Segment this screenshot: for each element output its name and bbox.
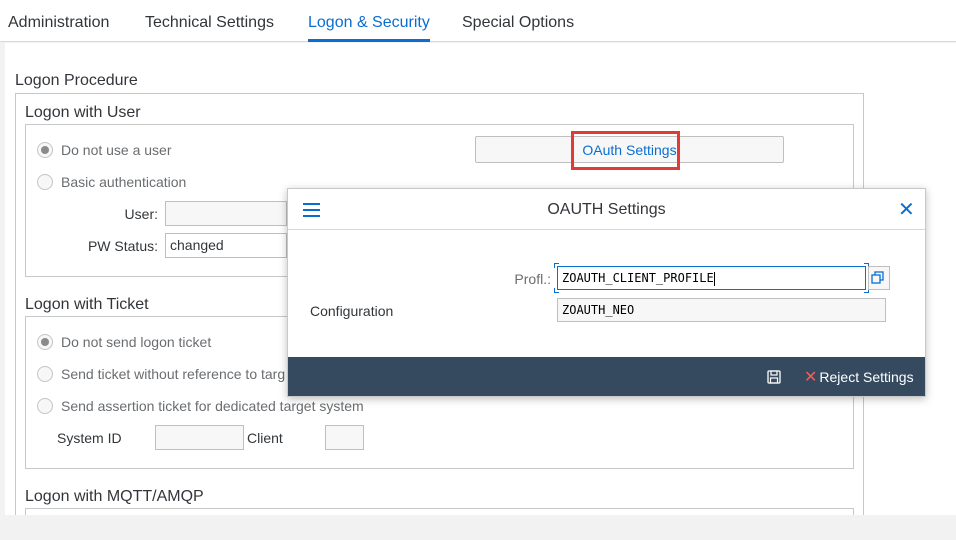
radio-label: Do not send logon ticket [61, 334, 212, 350]
logon-procedure-title: Logon Procedure [15, 72, 138, 89]
radio-selected-icon [37, 142, 53, 159]
radio-send-ticket-without-reference[interactable]: Send ticket without reference to targ [37, 365, 285, 383]
user-field[interactable] [165, 201, 287, 226]
client-field[interactable] [325, 425, 364, 450]
radio-label: Do not use a user [61, 142, 172, 158]
reject-settings-label: Reject Settings [819, 369, 914, 385]
focus-corner-tl [554, 263, 559, 268]
profile-label: Profl.: [514, 271, 551, 287]
pw-status-field: changed [165, 233, 287, 258]
radio-label: Basic authentication [61, 174, 187, 190]
tab-logon-security[interactable]: Logon & Security [308, 0, 430, 42]
user-label: User: [124, 206, 158, 222]
radio-basic-authentication[interactable]: Basic authentication [37, 173, 186, 191]
radio-do-not-use-user[interactable]: Do not use a user [37, 141, 172, 159]
dialog-title: OAUTH Settings [547, 201, 666, 218]
dialog-header: OAUTH Settings ✕ [288, 189, 925, 230]
oauth-settings-button[interactable]: OAuth Settings [475, 136, 784, 163]
tab-bar: Administration Technical Settings Logon … [0, 0, 956, 42]
tab-special-options[interactable]: Special Options [462, 0, 574, 42]
tab-technical-settings[interactable]: Technical Settings [145, 0, 274, 42]
profile-input[interactable]: ZOAUTH_CLIENT_PROFILE [557, 266, 866, 290]
radio-empty-icon [37, 366, 53, 383]
logon-with-user-title: Logon with User [25, 104, 141, 121]
system-id-field[interactable] [155, 425, 244, 450]
radio-label: Send assertion ticket for dedicated targ… [61, 398, 364, 414]
reject-settings-button[interactable]: ✕ Reject Settings [804, 368, 914, 386]
pw-status-label: PW Status: [87, 238, 158, 254]
client-label: Client [247, 430, 283, 446]
tab-administration[interactable]: Administration [8, 0, 109, 42]
radio-send-assertion-ticket[interactable]: Send assertion ticket for dedicated targ… [37, 397, 364, 415]
close-icon[interactable]: ✕ [898, 200, 915, 220]
logon-with-mqtt-group [25, 508, 854, 515]
logon-with-mqtt-title: Logon with MQTT/AMQP [25, 488, 204, 505]
logon-with-ticket-title: Logon with Ticket [25, 296, 149, 313]
radio-selected-icon [37, 334, 53, 351]
configuration-field: ZOAUTH_NEO [557, 298, 886, 322]
value-help-icon[interactable] [868, 266, 890, 290]
focus-corner-bl [554, 288, 559, 293]
oauth-settings-dialog: OAUTH Settings ✕ Profl.: ZOAUTH_CLIENT_P… [287, 188, 926, 397]
reject-icon: ✕ [804, 369, 818, 386]
radio-label: Send ticket without reference to targ [61, 366, 286, 382]
dialog-footer: ✕ Reject Settings [288, 357, 925, 396]
profile-value: ZOAUTH_CLIENT_PROFILE [562, 271, 714, 285]
radio-empty-icon [37, 398, 53, 415]
oauth-settings-label: OAuth Settings [582, 142, 677, 158]
text-cursor [713, 271, 715, 286]
system-id-label: System ID [57, 430, 122, 446]
save-icon[interactable] [767, 370, 781, 384]
radio-empty-icon [37, 174, 53, 191]
radio-do-not-send-ticket[interactable]: Do not send logon ticket [37, 333, 211, 351]
configuration-label: Configuration [310, 303, 394, 319]
